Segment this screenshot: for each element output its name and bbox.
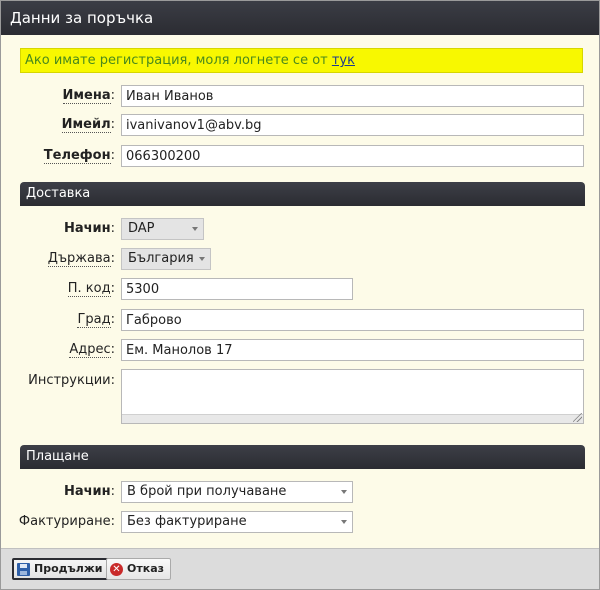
phone-input[interactable] [121,145,584,167]
chevron-down-icon [341,490,347,494]
address-label: Адрес: [69,342,115,358]
email-row: Имейл: [1,113,599,137]
name-input[interactable] [121,85,584,107]
postcode-input[interactable] [121,278,353,300]
cancel-button[interactable]: ✕ Отказ [106,558,172,580]
login-link[interactable]: тук [332,53,355,68]
payment-method-row: Начин: В брой при получаване [1,480,599,504]
delivery-method-label: Начин: [63,221,115,236]
dialog-title: Данни за поръчка [1,1,599,35]
delivery-section-header: Доставка [20,182,585,206]
payment-method-select[interactable]: В брой при получаване [121,481,353,503]
city-row: Град: [1,308,599,332]
continue-button[interactable]: Продължи [12,558,111,580]
login-notice: Ако имате регистрация, моля логнете се о… [20,48,583,73]
email-input[interactable] [121,114,584,136]
horizontal-scrollbar[interactable] [122,414,583,423]
name-row: Имена: [1,84,599,108]
country-select[interactable]: България [121,248,211,270]
instructions-row: Инструкции: [1,369,599,425]
invoicing-label: Фактуриране: [18,514,115,529]
instructions-label: Инструкции: [28,373,115,388]
city-label: Град: [77,312,115,328]
postcode-row: П. код: [1,277,599,301]
phone-row: Телефон: [1,144,599,168]
phone-label: Телефон: [43,148,115,164]
delivery-method-select[interactable]: DAP [121,218,204,240]
continue-button-label: Продължи [34,562,103,575]
chevron-down-icon [192,227,198,231]
chevron-down-icon [341,520,347,524]
dialog-footer: Продължи ✕ Отказ [1,548,599,589]
instructions-textarea[interactable] [121,369,584,424]
address-row: Адрес: [1,338,599,362]
resize-grip-icon[interactable] [573,413,582,422]
cancel-icon: ✕ [110,562,123,576]
invoicing-select[interactable]: Без фактуриране [121,511,353,533]
order-dialog: Данни за поръчка Ако имате регистрация, … [0,0,600,590]
login-notice-text: Ако имате регистрация, моля логнете се о… [25,53,332,68]
delivery-method-row: Начин: DAP [1,217,599,241]
city-input[interactable] [121,309,584,331]
invoicing-row: Фактуриране: Без фактуриране [1,510,599,534]
save-icon [17,562,30,576]
address-input[interactable] [121,339,584,361]
postcode-label: П. код: [67,281,115,297]
country-row: Държава: България [1,247,599,271]
chevron-down-icon [199,257,205,261]
cancel-button-label: Отказ [127,562,165,575]
payment-method-label: Начин: [63,484,115,499]
name-label: Имена: [62,88,115,104]
country-label: Държава: [47,251,115,267]
email-label: Имейл: [61,117,115,133]
payment-section-header: Плащане [20,445,585,469]
